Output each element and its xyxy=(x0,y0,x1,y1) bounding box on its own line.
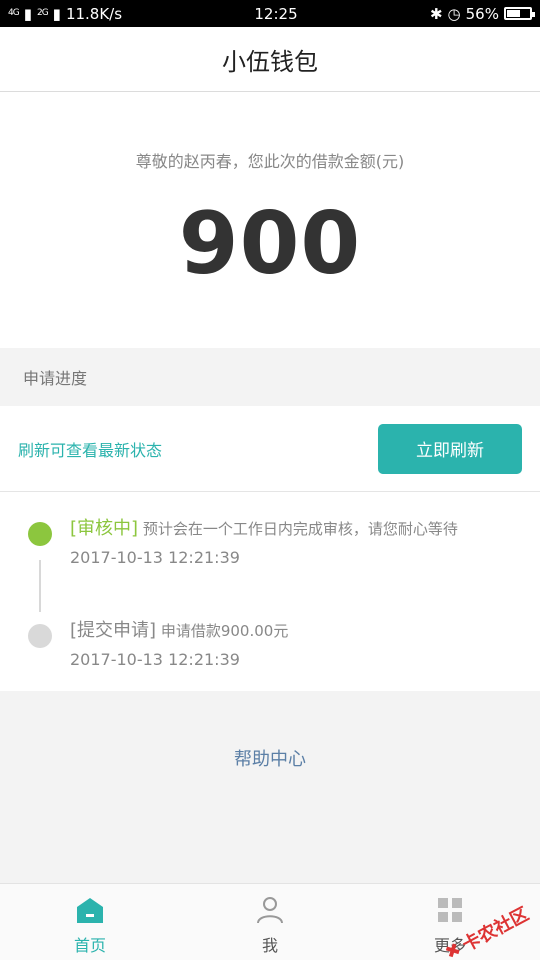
timeline-connector xyxy=(39,560,41,612)
loan-greeting: 尊敬的赵丙春，您此次的借款金额(元) xyxy=(135,152,405,171)
tab-home[interactable]: 首页 xyxy=(0,884,180,960)
signal-icon-2: ▮ xyxy=(52,4,61,23)
progress-section-label: 申请进度 xyxy=(23,369,88,388)
status-time: 2017-10-13 12:21:39 xyxy=(70,548,240,567)
loan-amount-card: 尊敬的赵丙春，您此次的借款金额(元) 900 xyxy=(0,92,540,348)
tab-me[interactable]: 我 xyxy=(180,884,360,960)
refresh-hint: 刷新可查看最新状态 xyxy=(18,440,163,460)
app-header: 小伍钱包 xyxy=(0,27,540,92)
help-center-label: 帮助中心 xyxy=(234,749,306,770)
status-dot-submitted xyxy=(28,624,52,648)
status-desc: 预计会在一个工作日内完成审核，请您耐心等待 xyxy=(142,520,458,538)
tab-me-label: 我 xyxy=(261,936,278,955)
status-desc: 申请借款900.00元 xyxy=(160,622,289,640)
status-dot-reviewing xyxy=(28,522,52,546)
bluetooth-icon: ✱ xyxy=(429,4,443,23)
timeline-text: [提交申请] 申请借款900.00元 2017-10-13 12:21:39 xyxy=(70,616,536,669)
progress-timeline: [审核中] 预计会在一个工作日内完成审核，请您耐心等待 2017-10-13 1… xyxy=(0,492,540,691)
status-tag: [审核中] xyxy=(70,518,139,539)
network-speed: 11.8K/s xyxy=(65,4,123,23)
help-center-link[interactable]: 帮助中心 xyxy=(0,745,540,771)
battery-percent: 56% xyxy=(465,4,499,23)
user-icon xyxy=(257,897,283,924)
carrier-2-label: 2G xyxy=(36,8,49,18)
clock: 12:25 xyxy=(254,4,298,23)
more-icon xyxy=(438,898,462,922)
timeline-text: [审核中] 预计会在一个工作日内完成审核，请您耐心等待 2017-10-13 1… xyxy=(70,514,536,567)
refresh-button[interactable]: 立即刷新 xyxy=(378,423,522,474)
timeline-main: [审核中] 预计会在一个工作日内完成审核，请您耐心等待 xyxy=(70,514,536,540)
page-title: 小伍钱包 xyxy=(222,47,318,76)
carrier-1-label: 4G xyxy=(8,8,20,18)
loan-amount: 900 xyxy=(178,194,362,294)
battery-fill xyxy=(506,10,521,17)
refresh-row: 刷新可查看最新状态 立即刷新 xyxy=(0,406,540,492)
status-tag: [提交申请] xyxy=(70,620,157,641)
progress-section-title: 申请进度 xyxy=(0,348,540,406)
battery-icon xyxy=(503,7,535,20)
status-bar: 4G ▮ 2G ▮ 11.8K/s 12:25 ✱ ◷ 56% xyxy=(0,0,540,27)
alarm-icon: ◷ xyxy=(447,4,461,23)
timeline-main: [提交申请] 申请借款900.00元 xyxy=(70,616,536,642)
status-right: ✱ ◷ 56% xyxy=(429,4,535,23)
tab-home-label: 首页 xyxy=(73,936,106,955)
signal-icon: ▮ xyxy=(23,4,32,23)
status-time: 2017-10-13 12:21:39 xyxy=(70,650,240,669)
status-left: 4G ▮ 2G ▮ 11.8K/s xyxy=(8,5,122,23)
home-icon xyxy=(77,898,103,923)
